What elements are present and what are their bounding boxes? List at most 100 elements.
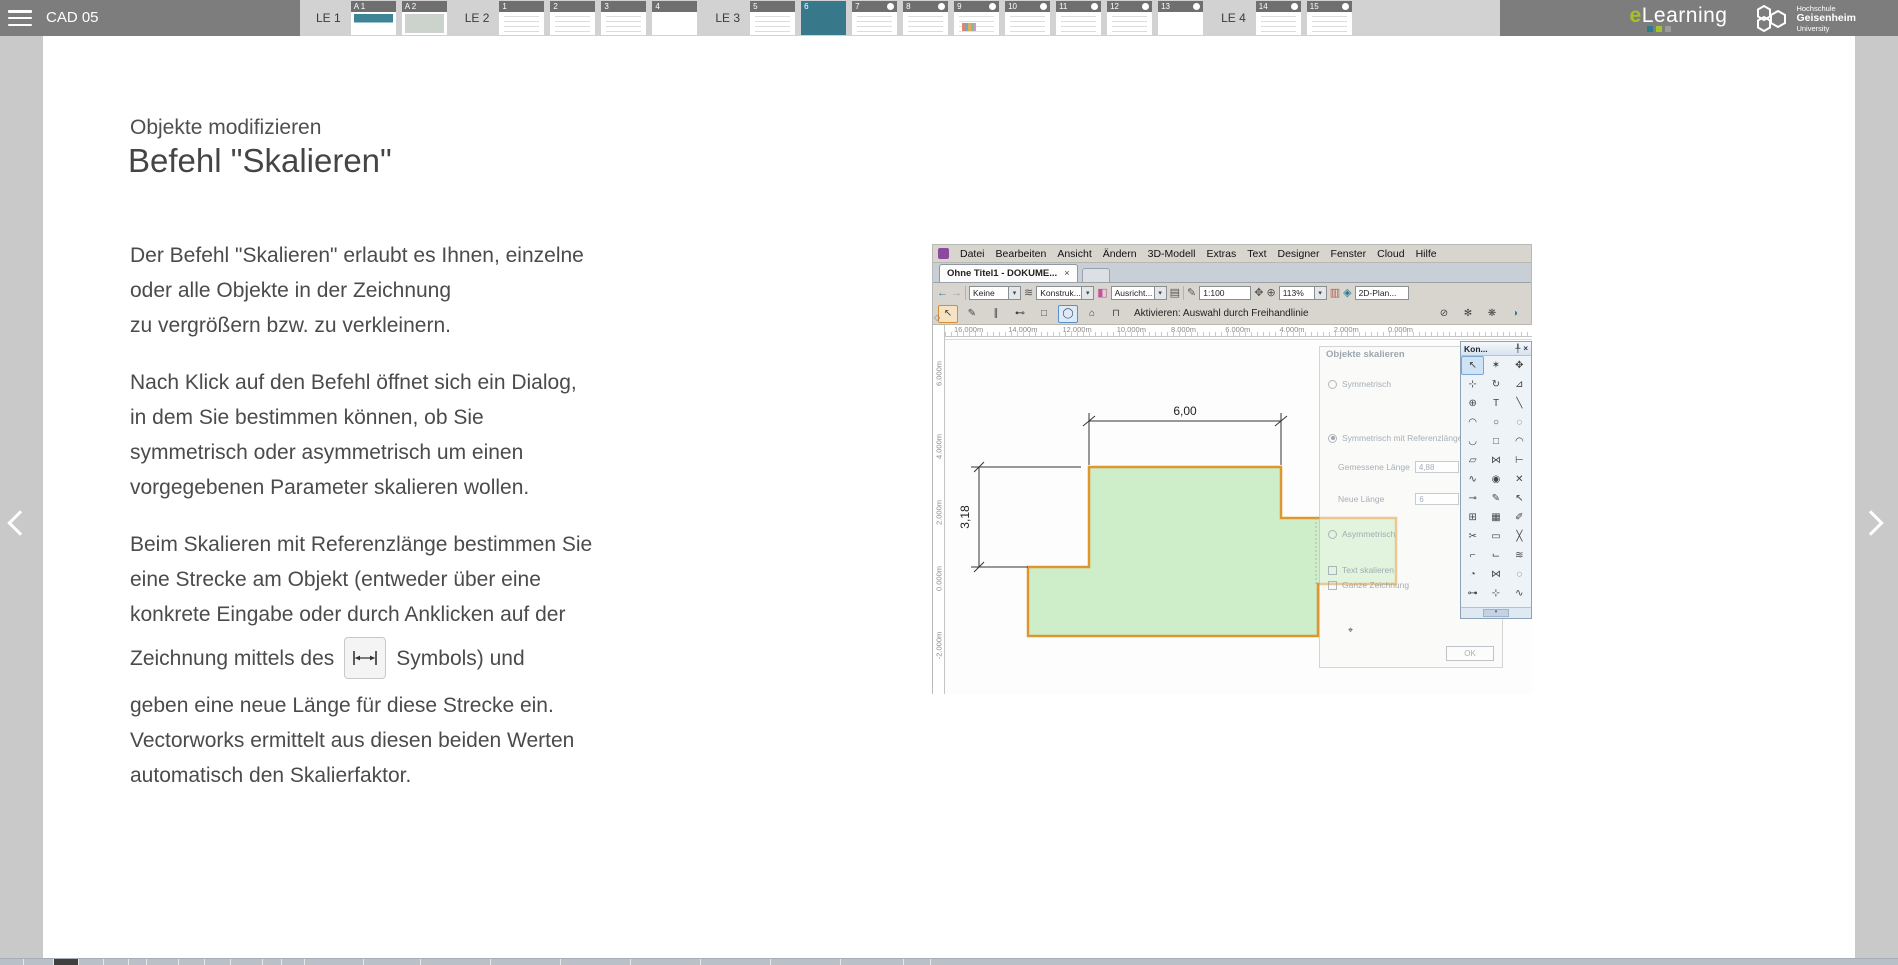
- vw-scale-field[interactable]: 1:100: [1199, 286, 1251, 300]
- vw-view-mode-field[interactable]: 2D-Plan...: [1355, 286, 1409, 300]
- vw-palette-tool-33-icon[interactable]: ◔: [1461, 565, 1484, 584]
- vw-palette-tool-28-icon[interactable]: ▭: [1484, 527, 1507, 546]
- progress-segment-10[interactable]: [262, 959, 281, 965]
- progress-segment-4[interactable]: [103, 959, 128, 965]
- vw-palette-tool-29-icon[interactable]: ╳: [1508, 527, 1531, 546]
- vw-palette-tool-22-icon[interactable]: ✎: [1484, 489, 1507, 508]
- next-slide-arrow[interactable]: [1858, 510, 1883, 535]
- vw-palette-tool-24-icon[interactable]: ⊞: [1461, 508, 1484, 527]
- vw-back-icon[interactable]: ←: [937, 285, 948, 301]
- vw-option-right-tool-2-icon[interactable]: ❋: [1482, 305, 1502, 323]
- slide-thumbnail-13[interactable]: 13: [1158, 1, 1203, 35]
- progress-segment-11[interactable]: [281, 959, 304, 965]
- vw-palette-tool-7-icon[interactable]: T: [1484, 394, 1507, 413]
- slide-thumbnail-14[interactable]: 14: [1256, 1, 1301, 35]
- vw-palette-tool-8-icon[interactable]: ╲: [1508, 394, 1531, 413]
- vw-zoom-level-dropdown[interactable]: 113%▾: [1279, 286, 1327, 300]
- slide-thumbnail-a-1[interactable]: A 1: [351, 1, 396, 35]
- progress-segment-16[interactable]: [560, 959, 630, 965]
- vw-palette-tool-38-icon[interactable]: ∿: [1508, 584, 1531, 603]
- vw-option-tool-4-icon[interactable]: □: [1034, 305, 1054, 323]
- progress-segment-17[interactable]: [630, 959, 700, 965]
- vw-menu-text[interactable]: Text: [1247, 248, 1266, 260]
- vw-palette-tool-18-icon[interactable]: ∿: [1461, 470, 1484, 489]
- progress-segment-13[interactable]: [363, 959, 420, 965]
- slide-thumbnail-4[interactable]: 4: [652, 1, 697, 35]
- menu-hamburger-icon[interactable]: [8, 10, 32, 26]
- vw-palette-tool-21-icon[interactable]: ⊸: [1461, 489, 1484, 508]
- progress-segment-5[interactable]: [128, 959, 146, 965]
- radio-asymmetrisch[interactable]: [1328, 530, 1337, 539]
- vw-menu-ansicht[interactable]: Ansicht: [1057, 248, 1091, 260]
- progress-segment-9[interactable]: [230, 959, 262, 965]
- slide-thumbnail-11[interactable]: 11: [1056, 1, 1101, 35]
- radio-symmetrisch[interactable]: [1328, 380, 1337, 389]
- vw-palette-close-icon[interactable]: ×: [1523, 344, 1528, 353]
- vw-option-right-tool-0-icon[interactable]: ⊘: [1434, 305, 1454, 323]
- vw-palette-tool-11-icon[interactable]: ◌: [1508, 413, 1531, 432]
- slide-thumbnail-7[interactable]: 7: [852, 1, 897, 35]
- vw-palette-tool-5-icon[interactable]: ⊿: [1508, 375, 1531, 394]
- vw-palette-tool-17-icon[interactable]: ⊢: [1508, 451, 1531, 470]
- vw-menu-extras[interactable]: Extras: [1206, 248, 1236, 260]
- vw-palette-tool-15-icon[interactable]: ▱: [1461, 451, 1484, 470]
- progress-segment-8[interactable]: [204, 959, 230, 965]
- slide-thumbnail-5[interactable]: 5: [750, 1, 795, 35]
- vw-menu-ndern[interactable]: Ändern: [1103, 248, 1137, 260]
- progress-segment-22[interactable]: [930, 959, 1898, 965]
- gemessene-laenge-field[interactable]: 4,88: [1415, 461, 1459, 473]
- vw-class-dropdown[interactable]: Keine▾: [969, 286, 1021, 300]
- progress-segment-2[interactable]: [53, 959, 78, 965]
- vw-menu-cloud[interactable]: Cloud: [1377, 248, 1404, 260]
- vw-pink-tool-icon[interactable]: ◧: [1097, 285, 1107, 301]
- vw-palette-tool-20-icon[interactable]: ✕: [1508, 470, 1531, 489]
- vw-option-tool-6-icon[interactable]: ⌂: [1082, 305, 1102, 323]
- vw-dialog-ok-button[interactable]: OK: [1446, 646, 1494, 661]
- vw-palette-tool-25-icon[interactable]: ▦: [1484, 508, 1507, 527]
- progress-segment-15[interactable]: [490, 959, 560, 965]
- progress-segment-1[interactable]: [23, 959, 53, 965]
- neue-laenge-field[interactable]: 6: [1415, 493, 1459, 505]
- vw-red-tool-icon[interactable]: ▥: [1330, 285, 1340, 301]
- vw-palette-tool-23-icon[interactable]: ↖: [1508, 489, 1531, 508]
- vw-page-icon[interactable]: ▤: [1170, 285, 1180, 301]
- vw-palette-tool-3-icon[interactable]: ⊹: [1461, 375, 1484, 394]
- vw-palette-tool-37-icon[interactable]: ⊹: [1484, 584, 1507, 603]
- vw-option-right-tool-3-icon[interactable]: ◗: [1506, 305, 1526, 323]
- vw-palette-tool-6-icon[interactable]: ⊕: [1461, 394, 1484, 413]
- vw-menu-hilfe[interactable]: Hilfe: [1416, 248, 1437, 260]
- slide-thumbnail-a-2[interactable]: A 2: [402, 1, 447, 35]
- slide-thumbnail-9[interactable]: 9: [954, 1, 999, 35]
- vw-palette-tool-12-icon[interactable]: ◡: [1461, 432, 1484, 451]
- vw-palette-tool-1-icon[interactable]: ✶: [1484, 356, 1507, 375]
- vw-option-tool-0-icon[interactable]: ↖: [938, 305, 958, 323]
- vw-option-right-tool-1-icon[interactable]: ✻: [1458, 305, 1478, 323]
- progress-segment-18[interactable]: [700, 959, 770, 965]
- vw-palette-tool-0-icon[interactable]: ↖: [1461, 356, 1484, 375]
- vw-palette-tool-26-icon[interactable]: ✐: [1508, 508, 1531, 527]
- vw-palette-tool-30-icon[interactable]: ⌐: [1461, 546, 1484, 565]
- progress-segment-3[interactable]: [78, 959, 103, 965]
- vw-palette-tool-34-icon[interactable]: ⋈: [1484, 565, 1507, 584]
- vw-palette-tool-35-icon[interactable]: ◌: [1508, 565, 1531, 584]
- vw-palette-tool-19-icon[interactable]: ◉: [1484, 470, 1507, 489]
- progress-segment-20[interactable]: [840, 959, 903, 965]
- vw-menu-designer[interactable]: Designer: [1278, 248, 1320, 260]
- vw-layers-icon[interactable]: ≋: [1024, 285, 1033, 301]
- vw-palette-tool-27-icon[interactable]: ✂: [1461, 527, 1484, 546]
- vw-palette-more-button[interactable]: ▾: [1483, 609, 1509, 617]
- slide-thumbnail-15[interactable]: 15: [1307, 1, 1352, 35]
- vw-align-dropdown[interactable]: Ausricht...▾: [1111, 286, 1167, 300]
- progress-segment-14[interactable]: [420, 959, 490, 965]
- progress-segment-21[interactable]: [903, 959, 930, 965]
- vw-palette-tool-31-icon[interactable]: ⌙: [1484, 546, 1507, 565]
- slide-thumbnail-3[interactable]: 3: [601, 1, 646, 35]
- vw-option-tool-3-icon[interactable]: ⊷: [1010, 305, 1030, 323]
- vw-pan-icon[interactable]: ✥: [1254, 285, 1263, 301]
- slide-thumbnail-2[interactable]: 2: [550, 1, 595, 35]
- progress-segment-6[interactable]: [146, 959, 178, 965]
- vw-option-tool-5-icon[interactable]: ◯: [1058, 305, 1078, 323]
- vw-teal-tool-icon[interactable]: ◈: [1343, 285, 1351, 301]
- progress-segment-7[interactable]: [178, 959, 204, 965]
- vw-pen-icon[interactable]: ✎: [1187, 285, 1196, 301]
